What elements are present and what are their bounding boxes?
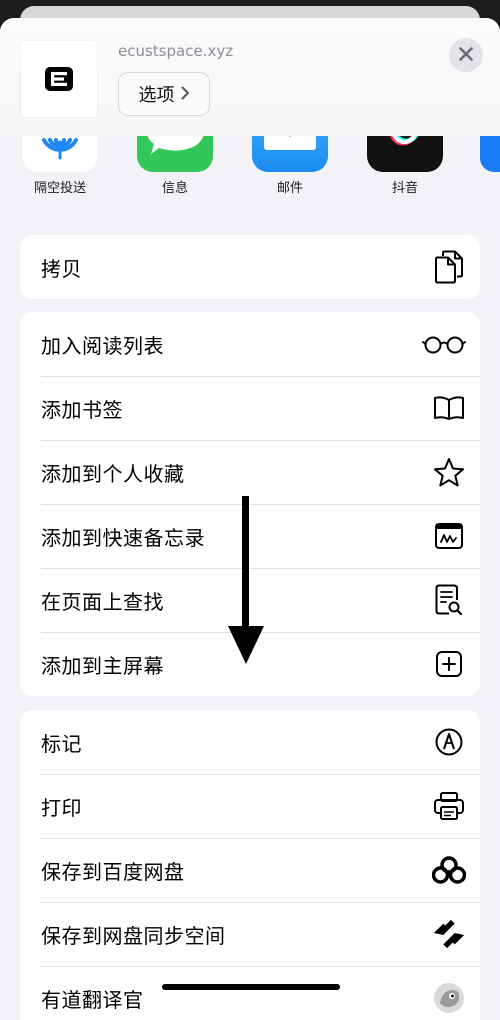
action-save-baidu-netdisk[interactable]: 保存到百度网盘 <box>20 838 480 902</box>
markup-icon <box>432 725 466 759</box>
star-icon <box>432 455 466 489</box>
action-add-bookmark[interactable]: 添加书签 <box>20 376 480 440</box>
down-arrow-annotation <box>228 496 264 664</box>
printer-icon <box>432 789 466 823</box>
action-label: 拷贝 <box>41 256 82 281</box>
action-label: 有道翻译官 <box>41 987 144 1012</box>
options-label: 选项 <box>138 85 175 106</box>
book-icon <box>432 391 466 425</box>
youdao-translate-icon <box>432 981 466 1015</box>
app-label: 隔空投送 <box>33 181 86 196</box>
action-markup[interactable]: 标记 <box>20 710 480 774</box>
action-label: 加入阅读列表 <box>41 333 164 358</box>
action-add-favorites[interactable]: 添加到个人收藏 <box>20 440 480 504</box>
action-label: 保存到百度网盘 <box>41 859 185 884</box>
add-square-icon <box>432 647 466 681</box>
share-header: ecustspace.xyz 选项 <box>0 18 500 136</box>
find-on-page-icon <box>432 583 466 617</box>
action-label: 添加到快速备忘录 <box>41 525 205 550</box>
action-label: 在页面上查找 <box>41 589 164 614</box>
app-label: 抖音 <box>391 181 418 196</box>
action-label: 添加书签 <box>41 397 123 422</box>
baidu-netdisk-icon <box>432 853 466 887</box>
close-icon <box>459 46 473 65</box>
action-copy[interactable]: 拷贝 <box>20 235 480 299</box>
action-label: 添加到个人收藏 <box>41 461 185 486</box>
app-label: 信息 <box>161 181 188 196</box>
action-group-copy: 拷贝 <box>20 235 480 299</box>
site-logo-icon <box>21 41 97 117</box>
action-group-extensions: 标记 打印 保存到百度网盘 保存到网盘同步空间 有道翻译官 <box>20 710 480 1020</box>
action-label: 保存到网盘同步空间 <box>41 923 226 948</box>
netdisk-sync-icon <box>432 917 466 951</box>
home-indicator <box>162 984 340 990</box>
action-print[interactable]: 打印 <box>20 774 480 838</box>
options-button[interactable]: 选项 <box>118 72 210 116</box>
quick-note-icon <box>432 519 466 553</box>
share-sheet: ecustspace.xyz 选项 隔空投送 信息 邮件 抖音 拷贝 加入阅读列… <box>0 18 500 1020</box>
app-label: 邮件 <box>276 181 303 196</box>
action-label: 添加到主屏幕 <box>41 653 164 678</box>
action-youdao-translate[interactable]: 有道翻译官 <box>20 966 480 1020</box>
site-url: ecustspace.xyz <box>118 42 234 60</box>
copy-icon <box>432 250 466 284</box>
close-button[interactable] <box>449 38 483 72</box>
action-label: 标记 <box>41 731 82 756</box>
action-label: 打印 <box>41 795 82 820</box>
chevron-right-icon <box>181 84 190 105</box>
glasses-icon <box>422 327 466 361</box>
action-reading-list[interactable]: 加入阅读列表 <box>20 312 480 376</box>
action-save-netdisk-sync[interactable]: 保存到网盘同步空间 <box>20 902 480 966</box>
